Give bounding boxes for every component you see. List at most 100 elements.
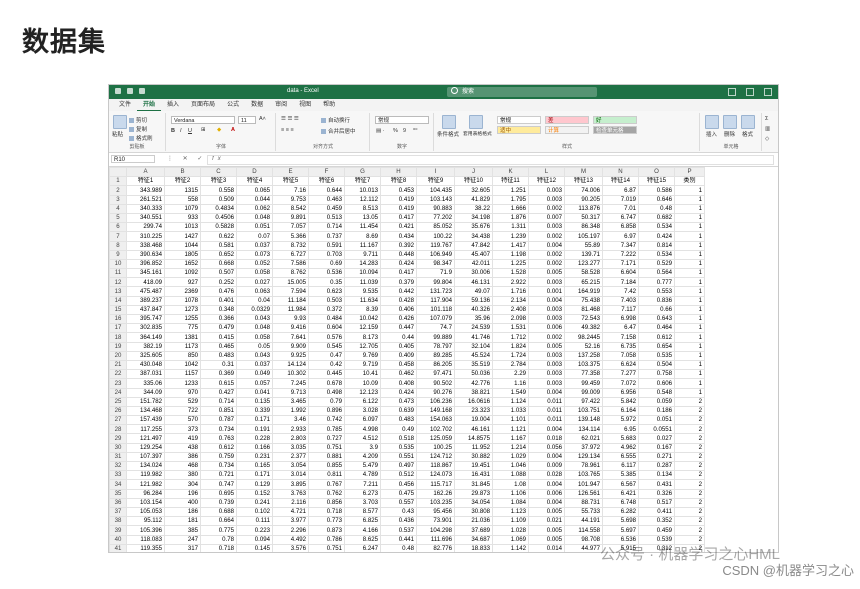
data-cell[interactable]: 7.171 xyxy=(602,258,639,270)
data-cell[interactable]: 0.548 xyxy=(638,387,675,398)
data-cell[interactable]: 10.41 xyxy=(344,369,381,380)
data-cell[interactable]: 62.021 xyxy=(564,433,603,444)
data-cell[interactable]: 98.347 xyxy=(416,258,455,270)
data-cell[interactable]: 338.468 xyxy=(126,240,165,251)
data-cell[interactable]: 118.867 xyxy=(416,460,455,472)
data-cell[interactable]: 0.434 xyxy=(380,231,417,242)
data-cell[interactable]: 0.428 xyxy=(380,295,417,306)
data-cell[interactable]: 1.16 xyxy=(492,378,529,389)
data-cell[interactable]: 0.545 xyxy=(308,341,345,352)
data-cell[interactable]: 0.004 xyxy=(528,240,565,251)
font-color-icon[interactable]: A xyxy=(231,127,235,133)
data-cell[interactable]: 113.876 xyxy=(564,203,603,214)
data-cell[interactable]: 58.528 xyxy=(564,268,603,279)
data-cell[interactable]: 1 xyxy=(674,286,705,297)
data-cell[interactable]: 5.366 xyxy=(272,231,309,242)
data-cell[interactable]: 1092 xyxy=(164,268,201,279)
data-cell[interactable]: 103.154 xyxy=(126,497,165,508)
data-cell[interactable]: 0.406 xyxy=(380,304,417,316)
data-cell[interactable]: 0.058 xyxy=(236,268,273,279)
data-cell[interactable]: 0.411 xyxy=(638,506,675,518)
data-cell[interactable]: 927 xyxy=(164,277,201,288)
data-cell[interactable]: 125.059 xyxy=(416,433,455,444)
data-cell[interactable]: 0.021 xyxy=(528,516,565,527)
column-header[interactable]: F xyxy=(308,166,345,178)
data-cell[interactable]: 386 xyxy=(164,451,201,463)
data-cell[interactable]: 8.762 xyxy=(272,268,309,279)
data-cell[interactable]: 2 xyxy=(674,415,705,426)
data-cell[interactable]: 103.375 xyxy=(564,359,603,371)
data-cell[interactable]: 13.05 xyxy=(344,212,381,224)
data-cell[interactable]: 52.16 xyxy=(564,341,603,352)
conditional-format-button[interactable] xyxy=(442,115,456,131)
row-number[interactable]: 23 xyxy=(109,378,127,389)
data-cell[interactable]: 0.049 xyxy=(236,369,273,380)
data-cell[interactable]: 3.46 xyxy=(272,415,309,426)
data-cell[interactable]: 1 xyxy=(674,341,705,352)
data-cell[interactable]: 0.018 xyxy=(528,433,565,444)
data-cell[interactable]: 2.116 xyxy=(272,497,309,508)
data-cell[interactable]: 558 xyxy=(164,194,201,205)
data-cell[interactable]: 46.131 xyxy=(454,277,493,288)
data-cell[interactable]: 0.535 xyxy=(380,442,417,453)
data-cell[interactable]: 115.717 xyxy=(416,479,455,490)
column-header[interactable]: G xyxy=(344,166,381,178)
data-cell[interactable]: 6.858 xyxy=(602,222,639,233)
data-cell[interactable]: 1013 xyxy=(164,222,201,233)
data-cell[interactable]: 11.634 xyxy=(344,295,381,306)
data-cell[interactable]: 106.236 xyxy=(416,396,455,407)
data-cell[interactable]: 90.502 xyxy=(416,378,455,389)
data-cell[interactable]: 0.059 xyxy=(638,396,675,407)
data-cell[interactable]: 85.052 xyxy=(416,222,455,233)
data-cell[interactable]: 1157 xyxy=(164,369,201,380)
copy-button[interactable]: 复制 xyxy=(129,125,147,133)
tab-2[interactable]: 插入 xyxy=(161,99,185,111)
decimal-icon[interactable]: ⁰⁰ xyxy=(413,128,417,134)
data-cell[interactable]: 299.74 xyxy=(126,222,165,233)
data-cell[interactable]: 0.851 xyxy=(200,405,237,417)
align-top-icon[interactable]: ☰ ☰ ☰ xyxy=(281,116,299,122)
data-cell[interactable]: 103.235 xyxy=(416,497,455,508)
data-cell[interactable]: 7.277 xyxy=(602,369,639,380)
data-cell[interactable]: 9.713 xyxy=(272,387,309,398)
data-cell[interactable]: 31.845 xyxy=(454,479,493,490)
data-cell[interactable]: 1 xyxy=(674,323,705,334)
data-cell[interactable]: 5.479 xyxy=(344,460,381,472)
column-header[interactable]: H xyxy=(380,166,417,178)
data-cell[interactable]: 6.567 xyxy=(602,479,639,490)
row-number[interactable]: 39 xyxy=(109,525,127,536)
row-number[interactable]: 21 xyxy=(109,359,127,371)
header-cell[interactable]: 特征14 xyxy=(602,176,639,187)
data-cell[interactable]: 0.003 xyxy=(528,185,565,196)
data-cell[interactable]: 86.348 xyxy=(564,222,603,233)
data-cell[interactable]: 129.134 xyxy=(564,451,603,463)
data-cell[interactable]: 1 xyxy=(674,277,705,288)
data-cell[interactable]: 0.007 xyxy=(528,212,565,224)
bold-button[interactable]: B xyxy=(171,128,175,134)
data-cell[interactable]: 74.006 xyxy=(564,185,603,196)
row-number[interactable]: 14 xyxy=(109,295,127,306)
data-cell[interactable]: 119.982 xyxy=(126,470,165,481)
autosave-icon[interactable] xyxy=(115,88,121,94)
cell-style-2[interactable]: 好 xyxy=(593,116,637,124)
column-header[interactable]: D xyxy=(236,166,273,178)
data-cell[interactable]: 101.118 xyxy=(416,304,455,316)
data-cell[interactable]: 90.205 xyxy=(564,194,603,205)
data-cell[interactable]: 0.003 xyxy=(528,222,565,233)
data-cell[interactable]: 0.473 xyxy=(380,396,417,407)
tab-1[interactable]: 开始 xyxy=(137,99,162,111)
data-cell[interactable]: 105.053 xyxy=(126,506,165,518)
data-cell[interactable]: 74.7 xyxy=(416,323,455,334)
data-cell[interactable]: 0.498 xyxy=(308,387,345,398)
data-cell[interactable]: 325.605 xyxy=(126,350,165,361)
data-cell[interactable]: 6.122 xyxy=(344,396,381,407)
data-cell[interactable]: 7.347 xyxy=(602,240,639,251)
data-cell[interactable]: 0.048 xyxy=(236,323,273,334)
data-cell[interactable]: 0.35 xyxy=(308,277,345,288)
data-cell[interactable]: 1.795 xyxy=(492,194,529,205)
data-cell[interactable]: 373 xyxy=(164,424,201,435)
data-cell[interactable]: 0.612 xyxy=(200,442,237,453)
data-cell[interactable]: 0.513 xyxy=(308,212,345,224)
data-cell[interactable]: 2 xyxy=(674,479,705,490)
data-cell[interactable]: 107.397 xyxy=(126,451,165,463)
